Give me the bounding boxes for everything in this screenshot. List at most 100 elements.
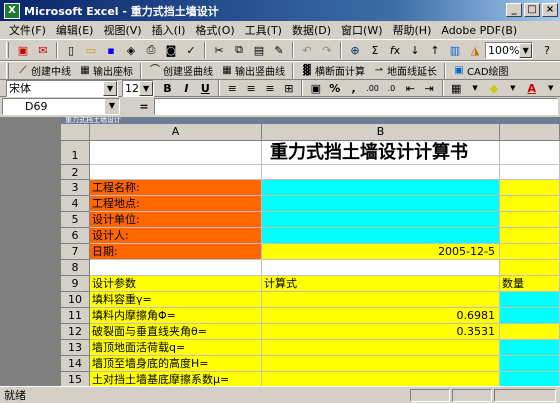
row-header[interactable]: 15 [61, 372, 90, 386]
workbook-title[interactable]: 重力式挡土墙设计 [61, 117, 560, 124]
new-icon[interactable]: ▯ [63, 42, 79, 58]
output-vcurve-button[interactable]: ▦ 输出竖曲线 [217, 62, 289, 80]
cell-b12[interactable]: 0.3531 [262, 324, 500, 340]
column-header-a[interactable]: A [90, 124, 262, 141]
minimize-button[interactable]: _ [506, 3, 522, 17]
excel-icon[interactable]: X [4, 2, 20, 19]
help-icon[interactable]: ? [539, 42, 555, 58]
preview-icon[interactable]: ◙ [163, 42, 179, 58]
font-select[interactable]: 宋体 ▼ [6, 79, 119, 97]
cell-c8[interactable] [500, 260, 560, 276]
row-header[interactable]: 10 [61, 292, 90, 308]
redo-icon[interactable]: ↷ [319, 42, 335, 58]
menu-insert[interactable]: 插入(I) [147, 22, 191, 38]
function-icon[interactable]: fx [387, 42, 403, 58]
toolbar-grip[interactable] [6, 62, 9, 79]
row-header[interactable]: 7 [61, 244, 90, 260]
print-icon[interactable]: ⎙ [143, 42, 159, 58]
column-header-c[interactable] [500, 124, 560, 141]
sort-asc-icon[interactable]: ↓ [407, 42, 423, 58]
close-button[interactable]: × [542, 3, 558, 17]
row-header[interactable]: 14 [61, 356, 90, 372]
cad-draw-button[interactable]: ▣ CAD绘图 [449, 62, 513, 80]
decrease-decimal-icon[interactable]: .0 [384, 80, 399, 96]
cell-b10[interactable] [262, 292, 500, 308]
cell-c7[interactable] [500, 244, 560, 260]
cell-a9[interactable]: 设计参数 [90, 276, 262, 292]
cell-b4[interactable] [262, 196, 500, 212]
cell-b13[interactable] [262, 340, 500, 356]
undo-icon[interactable]: ↶ [299, 42, 315, 58]
cell-c3[interactable] [500, 180, 560, 196]
menu-tools[interactable]: 工具(T) [240, 22, 287, 38]
cell-b9[interactable]: 计算式 [262, 276, 500, 292]
output-coords-button[interactable]: ▦ 输出座标 [75, 62, 137, 80]
italic-button[interactable]: I [179, 80, 194, 96]
cell-a1[interactable] [90, 141, 262, 165]
cell-c1[interactable] [500, 141, 560, 165]
dropdown-arrow-icon[interactable]: ▼ [468, 80, 483, 96]
select-all-corner[interactable] [61, 124, 90, 141]
row-header[interactable]: 8 [61, 260, 90, 276]
cell-c5[interactable] [500, 212, 560, 228]
menu-window[interactable]: 窗口(W) [336, 22, 387, 38]
increase-indent-icon[interactable]: ⇥ [422, 80, 437, 96]
copy-icon[interactable]: ⧉ [231, 42, 247, 58]
cell-a8[interactable] [90, 260, 262, 276]
row-header[interactable]: 13 [61, 340, 90, 356]
decrease-indent-icon[interactable]: ⇤ [403, 80, 418, 96]
row-header[interactable]: 11 [61, 308, 90, 324]
merge-center-icon[interactable]: ⊞ [281, 80, 296, 96]
menu-format[interactable]: 格式(O) [190, 22, 239, 38]
extend-ground-button[interactable]: ⇀ 地面线延长 [369, 62, 441, 80]
row-header[interactable]: 5 [61, 212, 90, 228]
autosum-icon[interactable]: Σ [367, 42, 383, 58]
cell-c12[interactable] [500, 324, 560, 340]
menu-view[interactable]: 视图(V) [98, 22, 146, 38]
zoom-select[interactable]: 100% ▼ [485, 41, 533, 59]
cross-section-button[interactable]: ▓ 横断面计算 [297, 62, 369, 80]
cell-b1[interactable]: 重力式挡土墙设计计算书 [262, 141, 500, 165]
cell-b7[interactable]: 2005-12-5 [262, 244, 500, 260]
cell-b14[interactable] [262, 356, 500, 372]
dropdown-arrow-icon[interactable]: ▼ [543, 80, 558, 96]
row-header[interactable]: 6 [61, 228, 90, 244]
cell-c10[interactable] [500, 292, 560, 308]
dropdown-arrow-icon[interactable]: ▼ [505, 80, 520, 96]
menu-edit[interactable]: 编辑(E) [51, 22, 99, 38]
align-center-icon[interactable]: ≡ [244, 80, 259, 96]
menu-adobe-pdf[interactable]: Adobe PDF(B) [436, 24, 522, 37]
permission-icon[interactable]: ◈ [123, 42, 139, 58]
row-header[interactable]: 9 [61, 276, 90, 292]
chevron-down-icon[interactable]: ▼ [105, 99, 119, 114]
spell-icon[interactable]: ✓ [183, 42, 199, 58]
pdf-email-icon[interactable]: ✉ [35, 42, 51, 58]
cell-c9[interactable]: 数量 [500, 276, 560, 292]
formula-input[interactable] [154, 98, 558, 115]
cell-b2[interactable] [262, 165, 500, 180]
sort-desc-icon[interactable]: ↑ [427, 42, 443, 58]
format-painter-icon[interactable]: ✎ [271, 42, 287, 58]
cell-a12[interactable]: 破裂面与垂直线夹角θ= [90, 324, 262, 340]
cell-b5[interactable] [262, 212, 500, 228]
chart-icon[interactable]: ▥ [447, 42, 463, 58]
create-centerline-button[interactable]: ⟋ 创建中线 [13, 62, 75, 80]
cell-a7[interactable]: 日期: [90, 244, 262, 260]
open-icon[interactable]: ▭ [83, 42, 99, 58]
cell-b8[interactable] [262, 260, 500, 276]
drawing-icon[interactable]: ◮ [467, 42, 483, 58]
row-header[interactable]: 12 [61, 324, 90, 340]
currency-icon[interactable]: ▣ [308, 80, 323, 96]
cell-c2[interactable] [500, 165, 560, 180]
cell-c14[interactable] [500, 356, 560, 372]
formula-fx-label[interactable]: = [134, 100, 154, 113]
menu-data[interactable]: 数据(D) [287, 22, 336, 38]
cell-a4[interactable]: 工程地点: [90, 196, 262, 212]
row-header[interactable]: 3 [61, 180, 90, 196]
cell-a15[interactable]: 土对挡土墙基底摩擦系数μ= [90, 372, 262, 386]
cell-a5[interactable]: 设计单位: [90, 212, 262, 228]
cut-icon[interactable]: ✂ [211, 42, 227, 58]
borders-icon[interactable]: ▦ [449, 80, 464, 96]
comma-button[interactable]: , [346, 80, 361, 96]
cell-c6[interactable] [500, 228, 560, 244]
